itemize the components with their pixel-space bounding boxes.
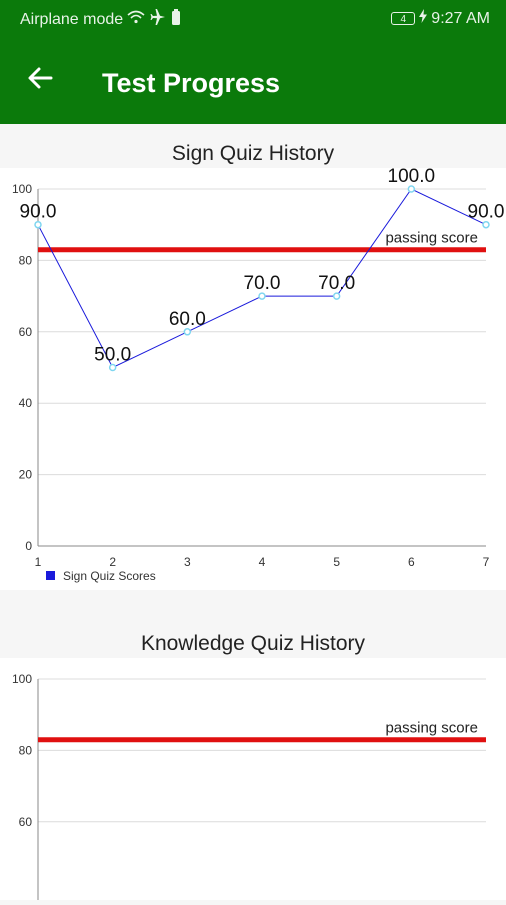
sign-y-tick-label: 20 (19, 468, 33, 482)
airplane-mode-text: Airplane mode (20, 10, 124, 28)
knowledge-passing-line-group: passing score (38, 720, 486, 743)
battery-icon: 4 (391, 12, 416, 25)
knowledge-chart: 60 80 100 passing score (12, 672, 486, 900)
sign-x-tick-label: 6 (408, 555, 415, 569)
sign-y-tick-label: 100 (12, 182, 32, 196)
sign-passing-line-group: passing score (38, 230, 486, 253)
back-button[interactable] (18, 58, 62, 102)
app-bar: Test Progress (0, 36, 506, 124)
sign-x-tick-label: 2 (109, 555, 116, 569)
page-title: Test Progress (102, 68, 281, 98)
sign-data-label: 50.0 (94, 345, 131, 366)
status-left: Airplane mode (20, 9, 181, 30)
knowledge-grid (38, 678, 486, 823)
sign-x-tick-label: 7 (483, 555, 490, 569)
sign-y-tick-label: 40 (19, 396, 33, 410)
sign-passing-score-label: passing score (385, 230, 478, 247)
airplane-icon (149, 9, 167, 30)
sign-data-label: 60.0 (169, 309, 206, 330)
sign-data-label: 90.0 (20, 202, 57, 223)
sign-data-label: 70.0 (244, 273, 281, 294)
sign-legend: Sign Quiz Scores (46, 569, 156, 583)
battery-small-icon (171, 9, 181, 30)
sign-chart: 0 20 40 60 80 100 1 2 3 4 5 6 7 passing score 90.0 50… (12, 166, 505, 583)
sign-chart-panel: 0 20 40 60 80 100 1 2 3 4 5 6 7 passing score 90.0 50… (0, 166, 506, 590)
sign-data-label: 100.0 (388, 168, 436, 187)
status-right: 4 9:27 AM (391, 9, 490, 28)
status-bar: Airplane mode 4 9:27 AM (0, 0, 506, 36)
sign-data-label: 90.0 (468, 202, 505, 223)
sign-legend-label: Sign Quiz Scores (63, 569, 156, 583)
arrow-left-icon (27, 65, 53, 96)
knowledge-chart-panel: 60 80 100 passing score (0, 658, 506, 900)
sign-x-tick-label: 1 (35, 555, 42, 569)
sign-x-tick-label: 4 (259, 555, 266, 569)
sign-x-tick-label: 5 (333, 555, 340, 569)
knowledge-passing-score-label: passing score (385, 720, 478, 737)
charging-bolt-icon (419, 9, 428, 28)
sign-x-tick-label: 3 (184, 555, 191, 569)
clock: 9:27 AM (431, 9, 490, 27)
knowledge-y-tick-label: 60 (19, 815, 33, 829)
knowledge-axis: 60 80 100 (12, 672, 39, 900)
knowledge-chart-title: Knowledge Quiz History (140, 632, 366, 655)
sign-series: 90.0 50.0 60.0 70.0 70.0 100.0 90.0 (20, 166, 505, 372)
knowledge-y-tick-label: 100 (12, 672, 32, 686)
wifi-icon (127, 10, 145, 29)
knowledge-y-tick-label: 80 (19, 743, 33, 757)
sign-legend-swatch (46, 571, 55, 580)
sign-y-tick-label: 80 (19, 253, 33, 267)
sign-y-tick-label: 60 (19, 325, 33, 339)
sign-data-label: 70.0 (318, 273, 355, 294)
sign-y-tick-label: 0 (25, 539, 32, 553)
sign-chart-title: Sign Quiz History (171, 142, 335, 165)
